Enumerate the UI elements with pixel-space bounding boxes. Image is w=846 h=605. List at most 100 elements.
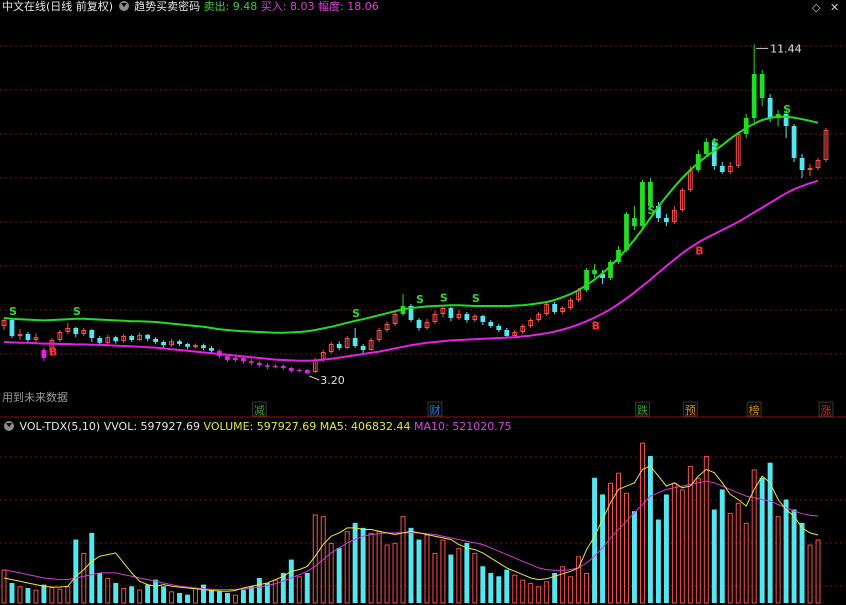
volume-bar bbox=[312, 514, 318, 604]
candle-body bbox=[264, 365, 270, 367]
volume-bar bbox=[791, 509, 797, 603]
volume-bar bbox=[256, 577, 262, 603]
volume-bar bbox=[695, 477, 701, 604]
candle-body bbox=[751, 74, 757, 118]
volume-bar bbox=[703, 456, 709, 604]
volume-bar bbox=[536, 586, 542, 604]
volume-bar bbox=[815, 539, 821, 604]
stock-title: 中文在线(日线 前复权) bbox=[2, 0, 114, 13]
volume-bar bbox=[799, 522, 805, 603]
sell-line bbox=[3, 115, 819, 334]
candle-body bbox=[336, 344, 342, 348]
candle-body bbox=[233, 358, 238, 360]
volume-bar bbox=[217, 591, 222, 603]
candle-body bbox=[464, 314, 470, 320]
candle-body bbox=[153, 338, 159, 342]
volume-bar bbox=[472, 552, 478, 604]
volume-bar bbox=[440, 539, 446, 604]
volume-bar bbox=[145, 584, 151, 603]
volume-bar bbox=[121, 587, 127, 604]
candle-body bbox=[296, 370, 302, 371]
volume-bar bbox=[384, 544, 390, 604]
volume-bar bbox=[735, 502, 741, 604]
candle-body bbox=[41, 350, 47, 358]
volume-bar bbox=[209, 589, 214, 603]
event-label: 预 bbox=[685, 404, 696, 417]
volume-bar bbox=[113, 582, 119, 603]
volume-bar bbox=[177, 592, 183, 603]
volume-bar bbox=[81, 552, 87, 604]
event-labels: 减财跌预榜涨 bbox=[251, 401, 834, 417]
volume-bar bbox=[807, 544, 813, 604]
candle-body bbox=[448, 308, 454, 318]
candlesticks bbox=[1, 44, 829, 374]
volume-bar bbox=[137, 589, 143, 604]
low-pointer bbox=[309, 375, 320, 381]
close-icon[interactable]: ✕ bbox=[830, 1, 839, 14]
candle-body bbox=[799, 158, 805, 170]
volume-bar bbox=[544, 581, 550, 604]
signal-markers: SSBSSSSBSBSSB bbox=[9, 0, 831, 359]
candle-body bbox=[129, 336, 135, 340]
candle-body bbox=[719, 166, 725, 172]
volume-bar bbox=[624, 492, 629, 604]
volume-bar bbox=[464, 542, 470, 603]
event-label: 减 bbox=[254, 404, 265, 417]
volume-bar bbox=[647, 456, 653, 603]
volume-bar bbox=[639, 442, 645, 604]
candle-body bbox=[145, 334, 151, 339]
volume-bars bbox=[1, 442, 821, 604]
sell-signal: S bbox=[416, 293, 424, 306]
candle-body bbox=[480, 316, 486, 322]
volume-bar bbox=[41, 584, 47, 603]
volume-bar bbox=[711, 509, 717, 603]
volume-bar bbox=[336, 547, 342, 603]
candle-body bbox=[256, 362, 262, 366]
candle-body bbox=[663, 218, 669, 222]
candle-body bbox=[648, 182, 653, 206]
volume-bar bbox=[655, 519, 661, 603]
candle-body bbox=[488, 322, 494, 326]
volume-bar bbox=[568, 576, 574, 604]
candle-body bbox=[632, 218, 637, 226]
dropdown-icon[interactable] bbox=[118, 1, 129, 11]
volume-bar bbox=[719, 489, 725, 603]
volume-indicator-name: VOL-TDX(5,10) bbox=[19, 420, 101, 433]
volume-bar bbox=[161, 586, 167, 603]
volume-bar bbox=[89, 532, 95, 603]
trend-lines bbox=[3, 115, 819, 362]
volume-bar bbox=[520, 579, 526, 604]
candle-body bbox=[241, 358, 246, 362]
volume-bar bbox=[57, 588, 63, 604]
buy-signal: B bbox=[592, 320, 600, 333]
volume-bar bbox=[73, 539, 79, 603]
candle-body bbox=[592, 270, 597, 274]
high-label: 11.44 bbox=[770, 42, 802, 55]
candle-body bbox=[17, 334, 23, 336]
volume-bar bbox=[727, 512, 733, 604]
volume-value: VOLUME: 597927.69 bbox=[203, 420, 317, 433]
volume-bar bbox=[97, 572, 103, 603]
ma10-value: MA10: 521020.75 bbox=[413, 420, 512, 433]
no-future-note: 用到未来数据 bbox=[2, 391, 68, 404]
candle-body bbox=[640, 182, 645, 226]
volume-bar bbox=[232, 594, 238, 604]
volume-bar bbox=[33, 589, 39, 604]
dropdown-icon[interactable] bbox=[4, 421, 14, 431]
sell-signal: S bbox=[783, 103, 791, 116]
volume-bar bbox=[432, 552, 438, 604]
volume-bar bbox=[600, 494, 606, 603]
candle-body bbox=[288, 368, 294, 371]
candle-body bbox=[193, 345, 198, 348]
candle-body bbox=[759, 74, 765, 98]
candle-body bbox=[791, 126, 797, 158]
candle-body bbox=[225, 356, 230, 360]
vvol-value: VVOL: 597927.69 bbox=[103, 420, 201, 433]
candle-body bbox=[280, 366, 286, 368]
candle-body bbox=[352, 338, 358, 346]
volume-bar bbox=[288, 559, 294, 603]
restore-icon[interactable]: ◇ bbox=[812, 1, 820, 14]
candle-body bbox=[161, 342, 167, 346]
volume-bar bbox=[240, 589, 246, 603]
candle-body bbox=[304, 370, 310, 374]
